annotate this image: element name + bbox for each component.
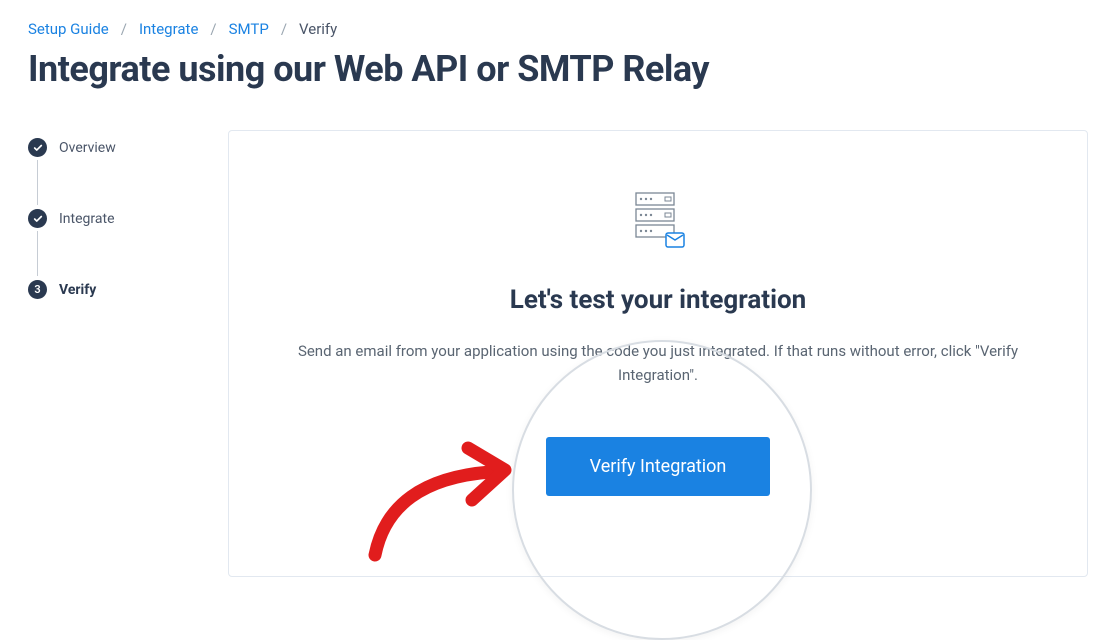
- step-label: Integrate: [59, 211, 115, 227]
- breadcrumb: Setup Guide / Integrate / SMTP / Verify: [28, 20, 1088, 38]
- verify-panel: Let's test your integration Send an emai…: [228, 130, 1088, 577]
- panel-description: Send an email from your application usin…: [279, 339, 1037, 387]
- step-label: Verify: [59, 282, 96, 298]
- breadcrumb-setup-guide[interactable]: Setup Guide: [28, 20, 109, 38]
- panel-heading: Let's test your integration: [279, 285, 1037, 315]
- steps-sidebar: Overview Integrate 3 Verify: [28, 130, 198, 577]
- verify-integration-button[interactable]: Verify Integration: [546, 437, 771, 496]
- page-title: Integrate using our Web API or SMTP Rela…: [28, 48, 1088, 90]
- breadcrumb-current: Verify: [299, 20, 337, 38]
- breadcrumb-separator: /: [210, 20, 216, 38]
- server-mail-icon: [628, 191, 688, 251]
- breadcrumb-integrate[interactable]: Integrate: [139, 20, 198, 38]
- breadcrumb-smtp[interactable]: SMTP: [229, 20, 269, 38]
- breadcrumb-separator: /: [281, 20, 287, 38]
- check-icon: [28, 209, 47, 228]
- step-verify[interactable]: 3 Verify: [28, 280, 198, 299]
- breadcrumb-separator: /: [121, 20, 127, 38]
- check-icon: [28, 138, 47, 157]
- step-number-icon: 3: [28, 280, 47, 299]
- step-overview[interactable]: Overview: [28, 138, 198, 209]
- step-integrate[interactable]: Integrate: [28, 209, 198, 280]
- step-label: Overview: [59, 140, 116, 156]
